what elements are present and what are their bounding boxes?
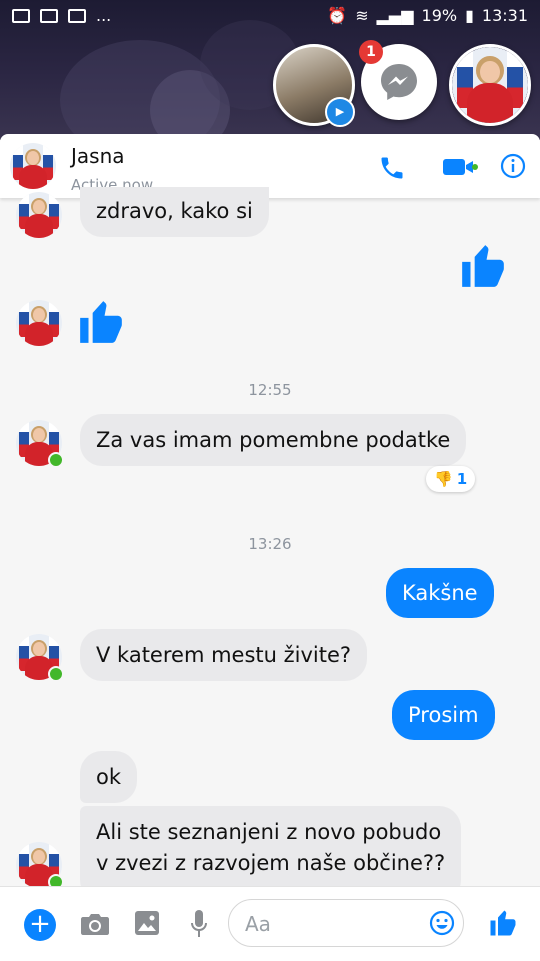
- message-reaction[interactable]: 👎 1: [426, 466, 476, 492]
- messenger-icon: [381, 64, 417, 100]
- timestamp: 12:55: [248, 381, 292, 399]
- online-indicator: [48, 666, 64, 682]
- video-call-icon[interactable]: [442, 156, 478, 178]
- like-thumb-received[interactable]: [76, 296, 126, 348]
- info-icon[interactable]: [500, 153, 526, 179]
- message-avatar[interactable]: [16, 300, 62, 346]
- message-input-container[interactable]: [228, 899, 464, 947]
- emoji-icon[interactable]: [429, 910, 455, 936]
- message-bubble-incoming[interactable]: V katerem mestu živite?: [80, 629, 368, 681]
- like-button-icon[interactable]: [488, 908, 518, 938]
- plus-icon[interactable]: +: [24, 909, 56, 941]
- message-avatar[interactable]: [16, 192, 62, 238]
- app-notification-icon: [40, 8, 58, 23]
- avatar: [452, 47, 528, 123]
- battery-icon: ▮: [465, 6, 474, 25]
- microphone-icon[interactable]: [190, 909, 208, 939]
- wifi-icon: ≋: [355, 6, 369, 25]
- signal-icon: ▂▄▆: [376, 6, 414, 25]
- thumbs-down-emoji-icon: 👎: [434, 470, 453, 488]
- alarm-icon: ⏰: [327, 6, 348, 25]
- gallery-notification-icon: [68, 8, 86, 23]
- message-bubble-outgoing[interactable]: Kakšne: [386, 568, 494, 618]
- like-thumb-sent[interactable]: [458, 240, 508, 292]
- message-avatar[interactable]: [16, 634, 64, 682]
- message-bubble-incoming[interactable]: ok: [80, 751, 138, 803]
- more-notifications: ...: [96, 6, 112, 25]
- gallery-icon[interactable]: [134, 910, 160, 936]
- reaction-count: 1: [456, 470, 468, 488]
- message-line: v zvezi z razvojem naše občine??: [96, 851, 446, 875]
- message-composer: +: [0, 886, 540, 961]
- camera-icon[interactable]: [80, 911, 110, 937]
- status-bar: ... ⏰ ≋ ▂▄▆ 19% ▮ 13:31: [0, 0, 540, 36]
- clock: 13:31: [481, 6, 528, 25]
- online-indicator: [48, 452, 64, 468]
- message-avatar[interactable]: [16, 842, 64, 890]
- message-input[interactable]: [243, 908, 427, 940]
- chat-head-contact[interactable]: [449, 44, 531, 126]
- notification-badge: 1: [359, 40, 383, 64]
- contact-avatar[interactable]: [10, 143, 56, 189]
- phone-icon[interactable]: [378, 154, 406, 182]
- play-icon: ▶: [325, 97, 355, 127]
- message-bubble-outgoing[interactable]: Prosim: [392, 690, 495, 740]
- message-bubble-incoming[interactable]: Za vas imam pomembne podatke: [80, 414, 467, 466]
- contact-name[interactable]: Jasna: [71, 144, 125, 168]
- message-bubble-incoming[interactable]: zdravo, kako si: [80, 187, 269, 237]
- timestamp: 13:26: [248, 535, 292, 553]
- message-line: Ali ste seznanjeni z novo pobudo: [96, 820, 442, 844]
- message-avatar[interactable]: [16, 420, 64, 468]
- battery-percentage: 19%: [421, 6, 458, 25]
- image-icon: [12, 8, 30, 23]
